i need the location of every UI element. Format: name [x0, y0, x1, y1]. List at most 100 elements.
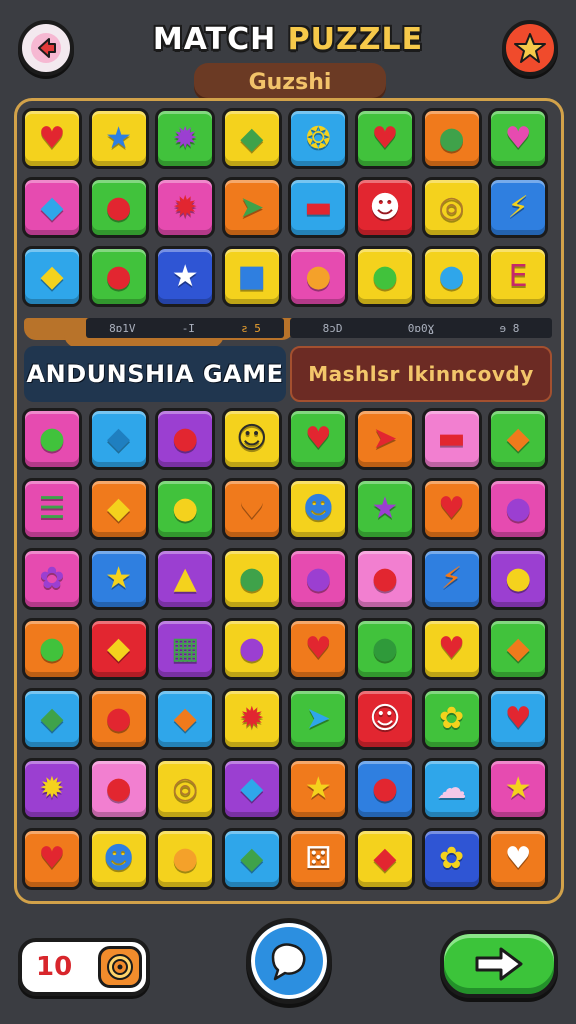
rocket-icon: ➤ [372, 421, 398, 456]
tile-lemon[interactable]: ● [488, 548, 549, 610]
tile-heart[interactable]: ♥ [221, 478, 282, 540]
tile-apple[interactable]: ● [88, 246, 149, 307]
title-part-2: PUZZLE [287, 22, 424, 57]
tile-star[interactable]: ★ [488, 758, 549, 820]
tile-heart[interactable]: ♥ [488, 828, 549, 890]
tile-lemon[interactable]: ● [155, 478, 216, 540]
tile-face[interactable]: ☺ [354, 688, 415, 750]
tile-bubble[interactable]: ● [421, 246, 482, 307]
tile-leaf[interactable]: ● [22, 408, 82, 470]
tile-carrot[interactable]: ◆ [155, 688, 216, 750]
tile-face[interactable]: ☺ [221, 408, 282, 470]
tile-frog[interactable]: ☻ [288, 478, 349, 540]
tile-bean[interactable]: ● [221, 548, 282, 610]
tile-plum[interactable]: ● [488, 478, 549, 540]
tile-robot[interactable]: ☻ [88, 828, 149, 890]
tile-sun[interactable]: ✹ [22, 758, 82, 820]
tile-star[interactable]: ★ [155, 246, 216, 307]
tile-bird[interactable]: ◆ [22, 246, 82, 307]
hint-button[interactable] [246, 918, 332, 1004]
tile-heart[interactable]: ♥ [488, 108, 549, 169]
tile-bolt[interactable]: ⚡ [421, 548, 482, 610]
tile-star[interactable]: ★ [288, 758, 349, 820]
tile-apple[interactable]: ● [22, 618, 82, 680]
heart-icon: ♥ [38, 120, 66, 156]
tile-apple[interactable]: ● [88, 758, 149, 820]
heart-icon: ♥ [304, 421, 332, 456]
tile-card[interactable]: ▬ [421, 408, 482, 470]
tile-cloud[interactable]: ☁ [421, 758, 482, 820]
tile-block[interactable]: ▬ [288, 177, 349, 238]
tile-heart[interactable]: ♥ [22, 828, 82, 890]
target-icon [107, 954, 133, 980]
tile-leaf[interactable]: ◆ [221, 828, 282, 890]
tile-arrow[interactable]: ➤ [221, 177, 282, 238]
tile-berry[interactable]: ● [354, 758, 415, 820]
tile-apple[interactable]: ● [155, 408, 216, 470]
tile-gear[interactable]: ✹ [155, 108, 216, 169]
tile-peach[interactable]: ● [288, 246, 349, 307]
tile-grapes[interactable]: ✿ [22, 548, 82, 610]
tile-spiral[interactable]: ❂ [288, 108, 349, 169]
tile-heart[interactable]: ♥ [22, 108, 82, 169]
tile-kite[interactable]: ◆ [354, 828, 415, 890]
tile-heart[interactable]: ♥ [288, 408, 349, 470]
tile-heart[interactable]: ♥ [421, 618, 482, 680]
tile-rocket[interactable]: ➤ [354, 408, 415, 470]
bird-icon: ◆ [40, 258, 64, 294]
cube-icon: ◆ [107, 421, 131, 456]
tile-grid[interactable]: ▦ [155, 618, 216, 680]
tile-heart[interactable]: ♥ [488, 688, 549, 750]
tile-flower[interactable]: ✿ [421, 828, 482, 890]
tile-lemon[interactable]: ● [155, 828, 216, 890]
tile-skull[interactable]: ☻ [354, 177, 415, 238]
tile-plum[interactable]: ● [288, 548, 349, 610]
tile-leaf[interactable]: ◆ [221, 758, 282, 820]
tile-apple[interactable]: ● [88, 177, 149, 238]
tile-berry[interactable]: ● [354, 548, 415, 610]
tile-list[interactable]: ☰ [22, 478, 82, 540]
card-icon: ▬ [437, 421, 466, 456]
tile-gear[interactable]: ✹ [155, 177, 216, 238]
tile-heart[interactable]: ♥ [421, 478, 482, 540]
tile-star[interactable]: ★ [354, 478, 415, 540]
tile-candy[interactable]: ◆ [221, 108, 282, 169]
tile-carrot[interactable]: ◆ [488, 408, 549, 470]
berry-icon: ● [371, 561, 399, 596]
tile-apple[interactable]: ● [354, 246, 415, 307]
tile-heart[interactable]: ♥ [354, 108, 415, 169]
tile-bolt[interactable]: ⚡ [488, 177, 549, 238]
tile-cube[interactable]: ◆ [88, 408, 149, 470]
tile-car[interactable]: ■ [221, 246, 282, 307]
plum-icon: ● [305, 561, 332, 596]
tile-star[interactable]: ★ [88, 108, 149, 169]
leaf-icon: ● [371, 631, 399, 666]
target-button[interactable] [98, 946, 142, 988]
plane-icon: ➤ [305, 701, 331, 736]
tile-carrot[interactable]: ◆ [88, 618, 149, 680]
tile-letter[interactable]: E [488, 246, 549, 307]
tile-pear[interactable]: ▲ [155, 548, 216, 610]
tile-dice[interactable]: ⚄ [288, 828, 349, 890]
tile-star[interactable]: ★ [88, 548, 149, 610]
tile-cube[interactable]: ◆ [22, 177, 82, 238]
tile-bean[interactable]: ● [421, 108, 482, 169]
tile-gear[interactable]: ✹ [221, 688, 282, 750]
tile-apple[interactable]: ● [88, 688, 149, 750]
leaf-icon: ● [38, 421, 66, 456]
next-button[interactable] [440, 930, 558, 998]
tile-swirl[interactable]: ◎ [421, 177, 482, 238]
tile-bird[interactable]: ◆ [88, 478, 149, 540]
tile-plane[interactable]: ➤ [288, 688, 349, 750]
tile-heart[interactable]: ♥ [288, 618, 349, 680]
tile-candy[interactable]: ◆ [22, 688, 82, 750]
tile-leaf[interactable]: ● [354, 618, 415, 680]
tile-carrot[interactable]: ◆ [488, 618, 549, 680]
game-screen: MATCH PUZZLE Guzshi ♥ ★ ✹ ◆ ❂ ♥ ● ♥ ◆ ● ✹ ➤ ▬ ☻ ◎ ⚡ ◆ ● ★ ■… [0, 0, 576, 1024]
title-part-1: MATCH [152, 22, 288, 57]
tile-swirl[interactable]: ◎ [155, 758, 216, 820]
tile-bug[interactable]: ✿ [421, 688, 482, 750]
apple-icon: ● [105, 771, 132, 806]
favorites-button[interactable] [502, 20, 558, 76]
tile-grape[interactable]: ● [221, 618, 282, 680]
